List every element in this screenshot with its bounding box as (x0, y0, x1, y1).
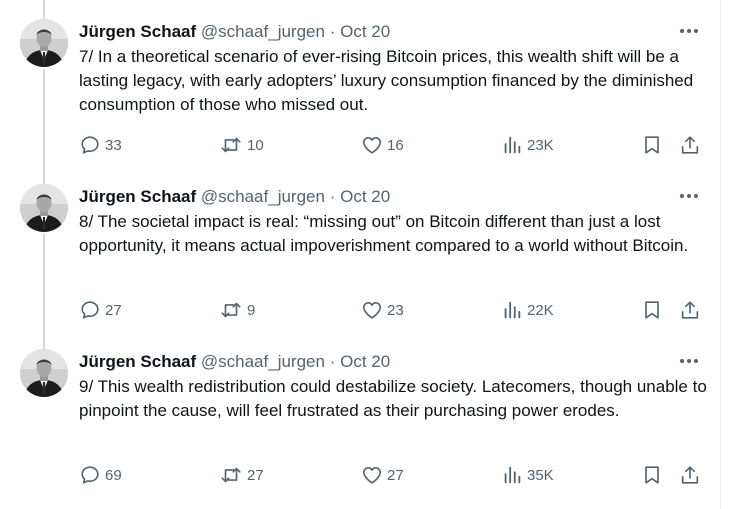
tweet-header: Jürgen Schaaf @schaaf_jurgen · Oct 20 (79, 21, 390, 43)
heart-icon (362, 467, 382, 484)
retweet-button[interactable]: 10 (219, 133, 264, 157)
avatar[interactable] (20, 349, 68, 397)
retweet-count: 9 (247, 301, 256, 319)
tweet-header: Jürgen Schaaf @schaaf_jurgen · Oct 20 (79, 351, 390, 373)
avatar-photo (20, 19, 68, 67)
retweet-count: 27 (247, 466, 264, 484)
view-count: 23K (527, 136, 554, 154)
tweet[interactable]: Jürgen Schaaf @schaaf_jurgen · Oct 20 9/… (0, 330, 720, 495)
analytics-icon (504, 136, 521, 154)
separator-dot: · (329, 22, 336, 41)
reply-icon (81, 301, 99, 319)
retweet-button[interactable]: 27 (219, 463, 264, 487)
more-icon[interactable] (674, 185, 704, 207)
thread-connector (43, 0, 45, 19)
share-icon (681, 136, 699, 154)
timestamp[interactable]: Oct 20 (340, 352, 390, 371)
author-name[interactable]: Jürgen Schaaf (79, 352, 196, 371)
reply-icon (81, 466, 99, 484)
bookmark-button[interactable] (641, 298, 663, 322)
timestamp[interactable]: Oct 20 (340, 187, 390, 206)
reply-icon (81, 136, 99, 154)
thread-connector (43, 69, 45, 165)
reply-button[interactable]: 69 (79, 463, 122, 487)
thread-connector (43, 165, 45, 184)
view-count: 35K (527, 466, 554, 484)
like-count: 23 (387, 301, 404, 319)
tweet-actions: 33 10 16 23K (79, 133, 709, 157)
more-icon[interactable] (674, 20, 704, 42)
tweet[interactable]: Jürgen Schaaf @schaaf_jurgen · Oct 20 7/… (0, 0, 720, 165)
avatar[interactable] (20, 19, 68, 67)
more-icon[interactable] (674, 350, 704, 372)
reply-count: 69 (105, 466, 122, 484)
avatar[interactable] (20, 184, 68, 232)
tweet-actions: 27 9 23 22K (79, 298, 709, 322)
avatar-photo (20, 184, 68, 232)
retweet-button[interactable]: 9 (219, 298, 255, 322)
share-button[interactable] (679, 133, 701, 157)
author-handle[interactable]: @schaaf_jurgen (201, 352, 325, 371)
like-button[interactable]: 16 (361, 133, 404, 157)
share-button[interactable] (679, 463, 701, 487)
view-count: 22K (527, 301, 554, 319)
bookmark-icon (645, 136, 659, 154)
like-count: 16 (387, 136, 404, 154)
tweet-text: 8/ The societal impact is real: “missing… (79, 212, 689, 255)
retweet-icon (221, 302, 241, 318)
tweet-text: 7/ In a theoretical scenario of ever-ris… (79, 47, 694, 114)
bookmark-button[interactable] (641, 463, 663, 487)
reply-count: 27 (105, 301, 122, 319)
reply-button[interactable]: 33 (79, 133, 122, 157)
author-name[interactable]: Jürgen Schaaf (79, 22, 196, 41)
separator-dot: · (329, 352, 336, 371)
views-button[interactable]: 22K (501, 298, 554, 322)
heart-icon (362, 302, 382, 319)
views-button[interactable]: 23K (501, 133, 554, 157)
avatar-photo (20, 349, 68, 397)
share-button[interactable] (679, 298, 701, 322)
tweet-header: Jürgen Schaaf @schaaf_jurgen · Oct 20 (79, 186, 390, 208)
thread-connector (43, 234, 45, 330)
tweet[interactable]: Jürgen Schaaf @schaaf_jurgen · Oct 20 8/… (0, 165, 720, 330)
bookmark-icon (645, 301, 659, 319)
author-handle[interactable]: @schaaf_jurgen (201, 22, 325, 41)
heart-icon (362, 137, 382, 154)
author-name[interactable]: Jürgen Schaaf (79, 187, 196, 206)
share-icon (681, 466, 699, 484)
views-button[interactable]: 35K (501, 463, 554, 487)
analytics-icon (504, 466, 521, 484)
retweet-count: 10 (247, 136, 264, 154)
retweet-icon (221, 137, 241, 153)
bookmark-button[interactable] (641, 133, 663, 157)
separator-dot: · (329, 187, 336, 206)
tweet-actions: 69 27 27 35K (79, 463, 709, 487)
retweet-icon (221, 467, 241, 483)
like-count: 27 (387, 466, 404, 484)
analytics-icon (504, 301, 521, 319)
tweet-thread: Jürgen Schaaf @schaaf_jurgen · Oct 20 7/… (0, 0, 721, 509)
reply-button[interactable]: 27 (79, 298, 122, 322)
like-button[interactable]: 23 (361, 298, 404, 322)
thread-connector (43, 330, 45, 349)
like-button[interactable]: 27 (361, 463, 404, 487)
tweet-text: 9/ This wealth redistribution could dest… (79, 377, 707, 420)
reply-count: 33 (105, 136, 122, 154)
share-icon (681, 301, 699, 319)
author-handle[interactable]: @schaaf_jurgen (201, 187, 325, 206)
bookmark-icon (645, 466, 659, 484)
timestamp[interactable]: Oct 20 (340, 22, 390, 41)
